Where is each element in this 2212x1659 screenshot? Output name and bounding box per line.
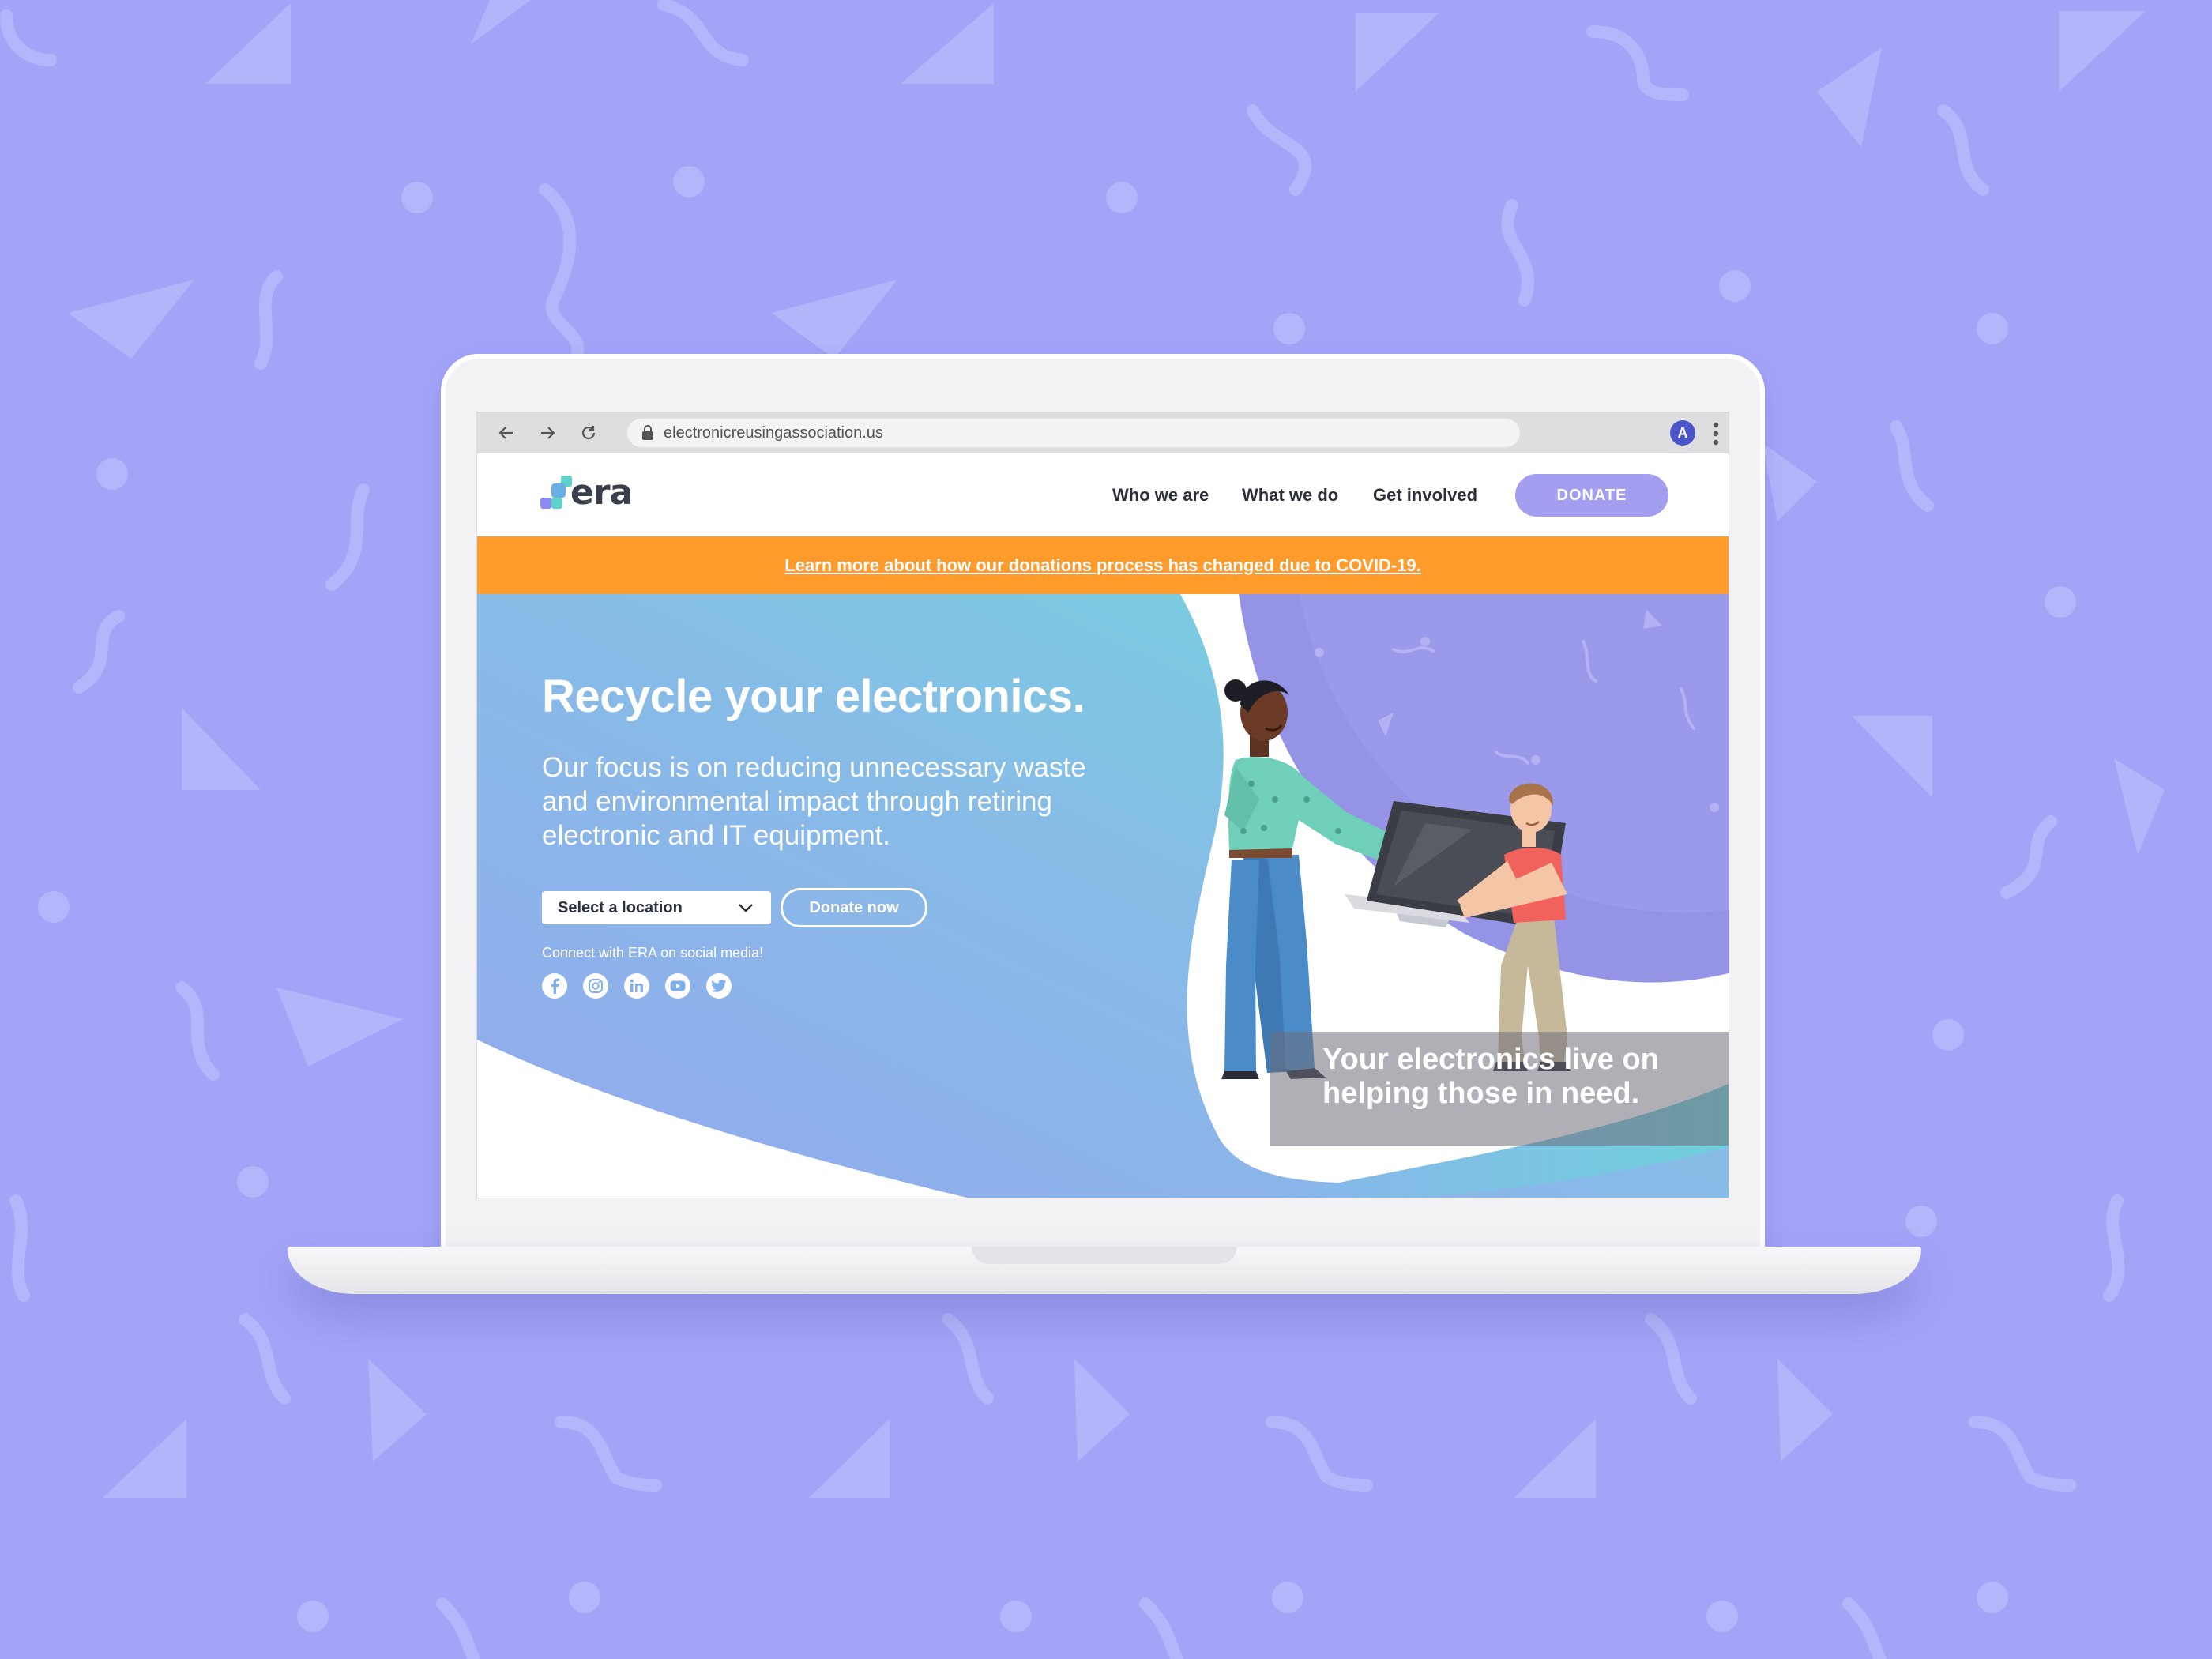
profile-avatar[interactable]: A [1670,420,1695,446]
forward-button[interactable] [534,419,561,446]
nav-who-we-are[interactable]: Who we are [1112,485,1209,506]
location-select-value: Select a location [558,898,683,916]
reload-icon [581,426,596,440]
donate-button[interactable]: DONATE [1515,474,1668,517]
covid-banner-link[interactable]: Learn more about how our donations proce… [784,555,1421,576]
location-select[interactable]: Select a location [542,891,771,924]
back-button[interactable] [493,419,520,446]
more-menu-icon[interactable] [1710,420,1722,447]
hero-caption: Your electronics live on helping those i… [1322,1043,1659,1111]
linkedin-icon[interactable] [624,973,649,999]
hero-caption-line-2: helping those in need. [1322,1077,1640,1110]
instagram-icon[interactable] [583,973,608,999]
covid-banner: Learn more about how our donations proce… [477,536,1729,594]
hero-title: Recycle your electronics. [542,671,1085,722]
donate-now-button[interactable]: Donate now [781,888,927,927]
url-text: electronicreusingassociation.us [664,423,883,442]
hero-subtitle: Our focus is on reducing unnecessary was… [542,752,1086,851]
hero-section: Recycle your electronics. Our focus is o… [477,594,1729,1198]
laptop-screen: electronicreusingassociation.us A era Wh… [477,412,1729,1198]
facebook-icon[interactable] [542,973,567,999]
lock-icon [641,425,654,441]
social-links [542,973,732,999]
laptop-notch [972,1247,1237,1264]
social-label: Connect with ERA on social media! [542,945,764,961]
back-arrow-icon [498,427,513,439]
reload-button[interactable] [575,419,602,446]
nav-get-involved[interactable]: Get involved [1373,485,1477,506]
nav-what-we-do[interactable]: What we do [1242,485,1338,506]
address-bar[interactable]: electronicreusingassociation.us [627,419,1520,447]
era-logo-text[interactable]: era [570,472,633,513]
forward-arrow-icon [541,427,555,439]
browser-toolbar: electronicreusingassociation.us A [477,412,1729,453]
youtube-icon[interactable] [665,973,690,999]
twitter-icon[interactable] [706,973,732,999]
hero-caption-line-1: Your electronics live on [1322,1043,1659,1076]
chevron-down-icon [739,904,753,912]
site-header: era Who we are What we do Get involved D… [477,453,1729,536]
